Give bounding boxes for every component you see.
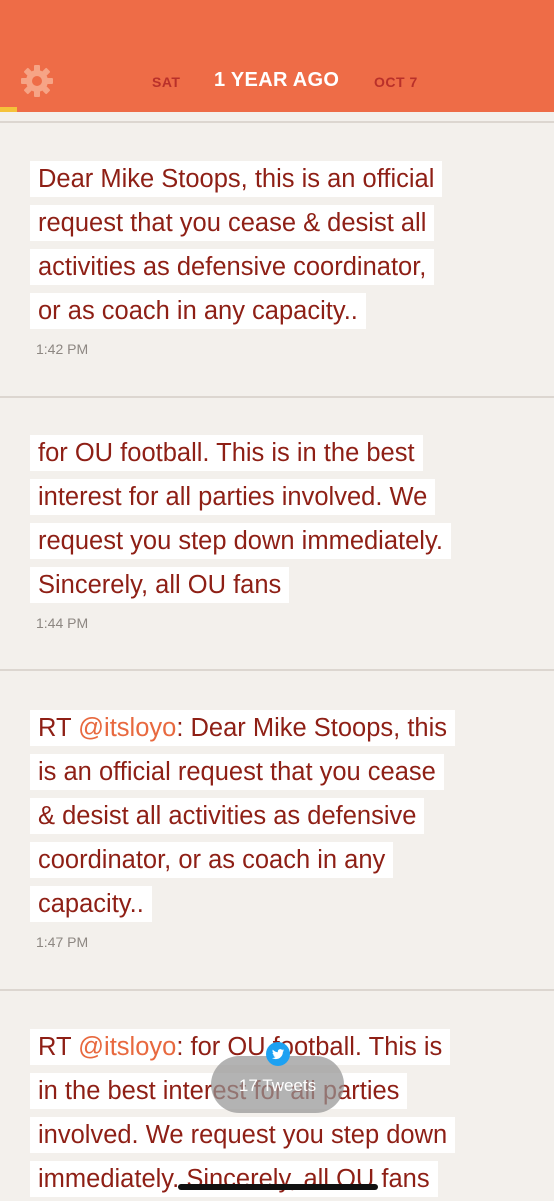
twitter-bird-icon (266, 1042, 290, 1066)
divider (0, 396, 554, 398)
tweet-line: coordinator, or as coach in any (30, 842, 394, 878)
app-header: SAT 1 YEAR AGO OCT 7 (0, 0, 554, 112)
tweet-line: RT @itsloyo: Dear Mike Stoops, this (30, 710, 456, 746)
tweet-line: is an official request that you cease (30, 754, 444, 790)
next-day-tab[interactable]: OCT 7 (374, 74, 418, 90)
tweet-line: immediately. Sincerely, all OU fans (30, 1161, 438, 1197)
tweet-line: request that you cease & desist all (30, 205, 435, 241)
retweet-prefix: RT (38, 1033, 79, 1061)
tweet-timestamp: 1:47 PM (36, 934, 89, 950)
current-period-title: 1 YEAR AGO (214, 69, 340, 91)
tweet-timestamp: 1:44 PM (36, 615, 89, 631)
tweet-line: request you step down immediately. (30, 523, 451, 559)
user-handle-link[interactable]: @itsloyo (78, 1033, 176, 1061)
retweet-prefix: RT (38, 714, 79, 742)
tweet-line: interest for all parties involved. We (30, 479, 436, 515)
prev-day-tab[interactable]: SAT (152, 74, 180, 90)
tweet-line: Sincerely, all OU fans (30, 567, 290, 603)
tweet-line: for OU football. This is in the best (30, 435, 423, 471)
tweet-line-rest: : Dear Mike Stoops, this (176, 714, 448, 742)
timeline-progress-bar (0, 107, 17, 112)
tweet-line: activities as defensive coordinator, (30, 249, 435, 285)
tweet-line: involved. We request you step down (30, 1117, 456, 1153)
tweet-text[interactable]: for OU football. This is in the best int… (30, 431, 530, 607)
tweet-line: capacity.. (30, 886, 152, 922)
divider (0, 989, 554, 991)
home-indicator[interactable] (178, 1184, 378, 1190)
tweet-text[interactable]: Dear Mike Stoops, this is an official re… (30, 157, 530, 333)
divider (0, 669, 554, 671)
gear-icon[interactable] (20, 64, 54, 98)
tweet-line: or as coach in any capacity.. (30, 293, 366, 329)
tweet-timestamp: 1:42 PM (36, 341, 89, 357)
divider (0, 121, 554, 123)
user-handle-link[interactable]: @itsloyo (78, 714, 176, 742)
tweet-count-label: 17 Tweets (238, 1076, 317, 1095)
tweet-line: & desist all activities as defensive (30, 798, 425, 834)
tweet-line: Dear Mike Stoops, this is an official (30, 161, 443, 197)
tweet-text[interactable]: RT @itsloyo: Dear Mike Stoops, this is a… (30, 706, 530, 926)
